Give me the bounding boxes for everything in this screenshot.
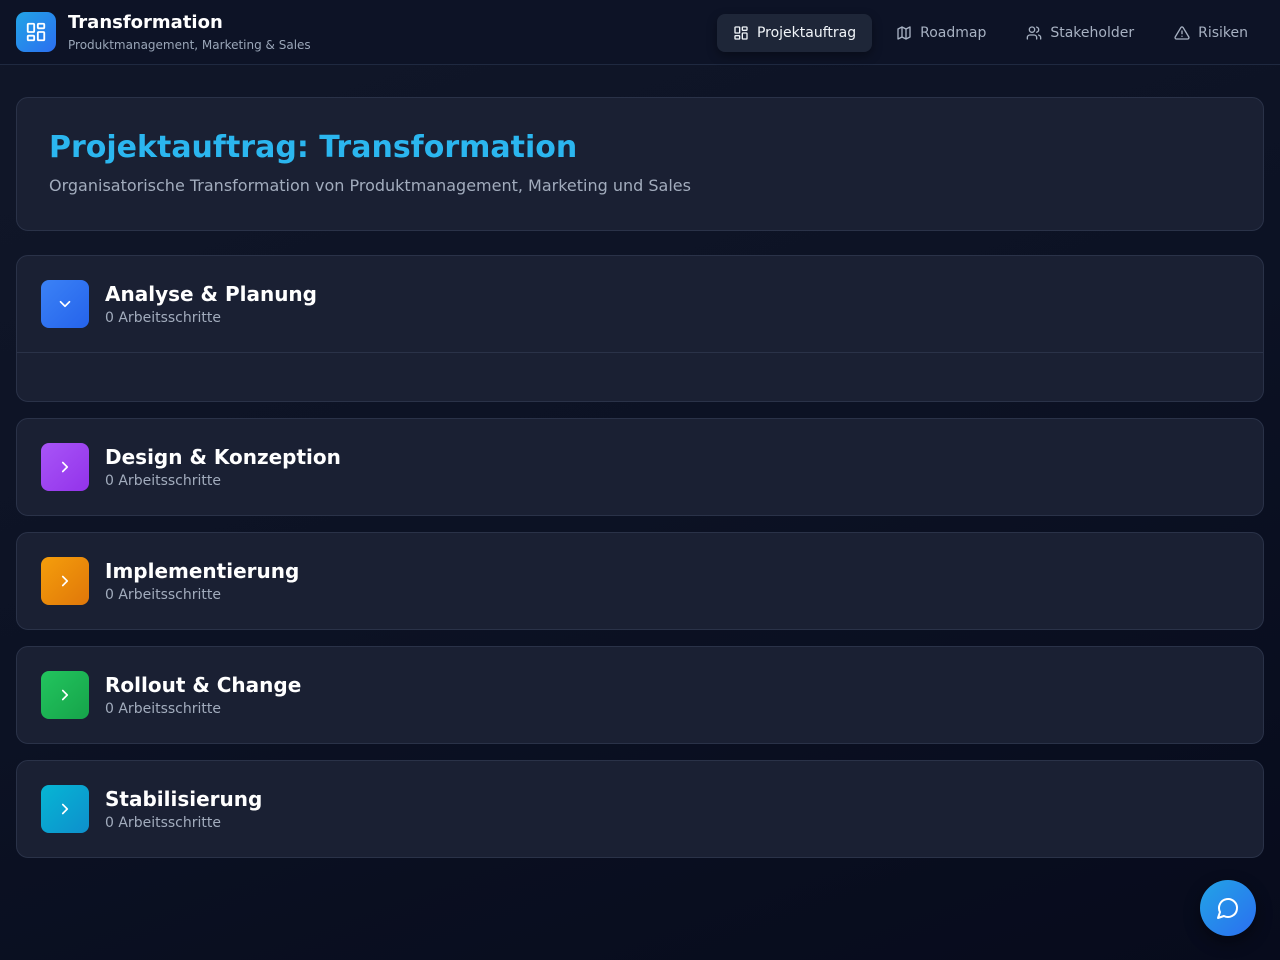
page-subtitle: Organisatorische Transformation von Prod… bbox=[49, 176, 691, 195]
nav-tab-projektauftrag[interactable]: Projektauftrag bbox=[716, 14, 873, 52]
chevron-right-icon[interactable] bbox=[41, 443, 89, 491]
chevron-right-icon[interactable] bbox=[41, 785, 89, 833]
phase-header[interactable]: Design & Konzeption 0 Arbeitsschritte bbox=[17, 419, 1263, 515]
phase-step-count: 0 Arbeitsschritte bbox=[105, 701, 221, 717]
phase-card-rollout-change: Rollout & Change 0 Arbeitsschritte bbox=[16, 646, 1264, 744]
nav-tab-label: Roadmap bbox=[920, 25, 987, 41]
phase-header[interactable]: Rollout & Change 0 Arbeitsschritte bbox=[17, 647, 1263, 743]
divider bbox=[17, 352, 1263, 353]
nav-tab-label: Risiken bbox=[1198, 25, 1248, 41]
phase-step-count: 0 Arbeitsschritte bbox=[105, 473, 221, 489]
phase-title: Design & Konzeption bbox=[105, 445, 341, 469]
phase-step-count: 0 Arbeitsschritte bbox=[105, 310, 221, 326]
page-title: Projektauftrag: Transformation bbox=[49, 130, 578, 165]
app-title: Transformation bbox=[68, 12, 223, 33]
phase-card-implementierung: Implementierung 0 Arbeitsschritte bbox=[16, 532, 1264, 630]
layout-grid-icon bbox=[734, 26, 748, 40]
chevron-down-icon[interactable] bbox=[41, 280, 89, 328]
phase-step-count: 0 Arbeitsschritte bbox=[105, 587, 221, 603]
map-icon bbox=[897, 26, 911, 40]
alert-triangle-icon bbox=[1174, 26, 1190, 40]
phase-header[interactable]: Implementierung 0 Arbeitsschritte bbox=[17, 533, 1263, 629]
project-overview-card: Projektauftrag: Transformation Organisat… bbox=[16, 97, 1264, 231]
nav-tab-label: Projektauftrag bbox=[756, 25, 857, 41]
phase-step-count: 0 Arbeitsschritte bbox=[105, 815, 221, 831]
app-subtitle: Produktmanagement, Marketing & Sales bbox=[68, 38, 311, 52]
phase-title: Rollout & Change bbox=[105, 673, 302, 697]
users-icon bbox=[1026, 26, 1042, 40]
phase-title: Implementierung bbox=[105, 559, 300, 583]
layout-grid-icon[interactable] bbox=[16, 12, 56, 52]
phase-card-design-konzeption: Design & Konzeption 0 Arbeitsschritte bbox=[16, 418, 1264, 516]
chat-button[interactable] bbox=[1200, 880, 1256, 936]
message-circle-icon bbox=[1217, 898, 1238, 919]
nav-tab-roadmap[interactable]: Roadmap bbox=[880, 14, 1002, 52]
chevron-right-icon[interactable] bbox=[41, 671, 89, 719]
chevron-right-icon[interactable] bbox=[41, 557, 89, 605]
nav-tab-risiken[interactable]: Risiken bbox=[1158, 14, 1264, 52]
phase-card-analyse-planung: Analyse & Planung 0 Arbeitsschritte bbox=[16, 255, 1264, 402]
phase-header[interactable]: Analyse & Planung 0 Arbeitsschritte bbox=[17, 256, 1263, 352]
nav-tab-label: Stakeholder bbox=[1050, 25, 1135, 41]
phase-header[interactable]: Stabilisierung 0 Arbeitsschritte bbox=[17, 761, 1263, 857]
phase-title: Analyse & Planung bbox=[105, 282, 317, 306]
phase-title: Stabilisierung bbox=[105, 787, 263, 811]
phase-card-stabilisierung: Stabilisierung 0 Arbeitsschritte bbox=[16, 760, 1264, 858]
main-nav: Projektauftrag Roadmap Stakeholder Risik… bbox=[716, 14, 1264, 52]
nav-tab-stakeholder[interactable]: Stakeholder bbox=[1010, 14, 1150, 52]
app-header: Transformation Produktmanagement, Market… bbox=[0, 0, 1280, 65]
